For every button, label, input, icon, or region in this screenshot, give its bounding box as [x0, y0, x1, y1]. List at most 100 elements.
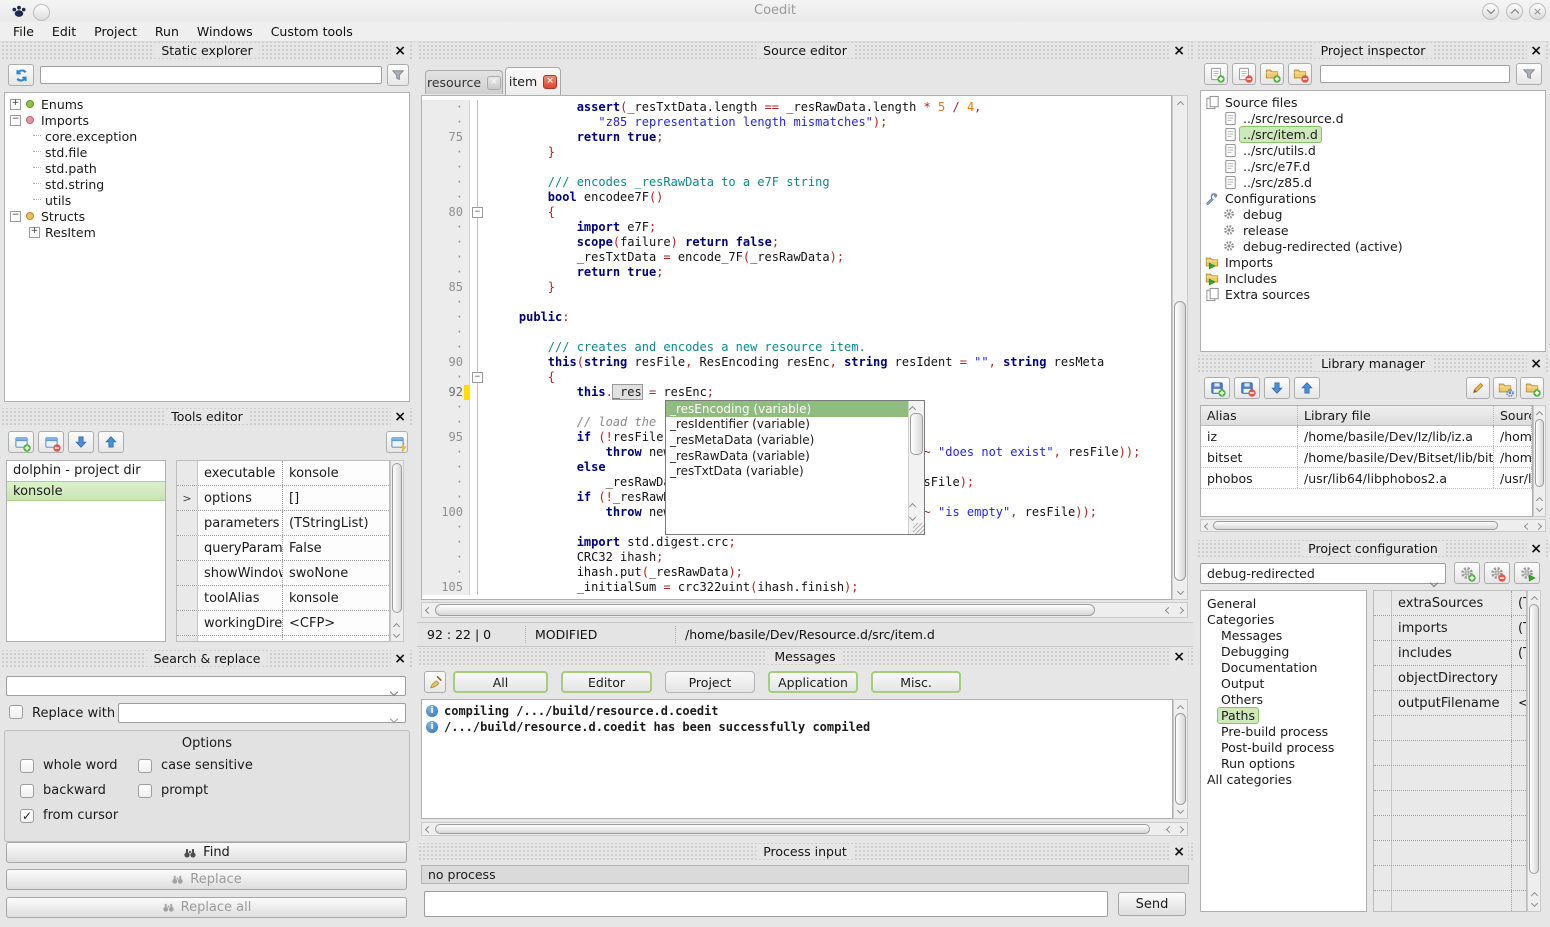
code-line[interactable]: · /// creates and encodes a new resource…	[422, 340, 1171, 355]
config-category-item[interactable]: Debugging	[1201, 643, 1366, 659]
add-library-folder-button[interactable]	[1520, 377, 1544, 399]
property-row[interactable]: outputFilename<CPN>	[1374, 691, 1526, 716]
config-category-item[interactable]: Post-build process	[1201, 739, 1366, 755]
config-category-item[interactable]: All categories	[1201, 771, 1366, 787]
close-panel-icon[interactable]: ×	[1527, 42, 1545, 60]
add-source-button[interactable]	[1204, 63, 1228, 85]
property-value[interactable]: swoNone	[283, 566, 389, 581]
property-value[interactable]: False	[283, 541, 389, 556]
scroll-down-icon[interactable]	[1529, 899, 1540, 910]
app-menu-button[interactable]	[33, 4, 50, 21]
code-line[interactable]: · scope(failure) return false;	[422, 235, 1171, 250]
property-value[interactable]: (TStringList)	[1512, 596, 1526, 611]
code-line[interactable]: · assert(_resTxtData.length == _resRawDa…	[422, 100, 1171, 115]
property-value[interactable]: <CPN>	[1512, 696, 1526, 711]
move-tool-up-button[interactable]	[98, 431, 124, 453]
project-tree-item[interactable]: debug-redirected (active)	[1201, 238, 1545, 254]
scroll-down-icon[interactable]	[1175, 806, 1186, 817]
code-line[interactable]: · _resTxtData = encode_7F(_resRawData);	[422, 250, 1171, 265]
scroll-up-icon[interactable]	[1529, 888, 1540, 899]
messages-hscrollbar[interactable]	[421, 822, 1188, 836]
scroll-up-icon[interactable]	[391, 619, 402, 630]
property-row[interactable]: includes(TStringList)	[1374, 641, 1526, 666]
filter-misc[interactable]: Misc.	[871, 671, 961, 693]
checkbox-backward[interactable]	[20, 784, 34, 798]
project-tree-item[interactable]: Configurations	[1201, 190, 1545, 206]
property-value[interactable]: konsole	[283, 466, 389, 481]
find-button[interactable]: Find	[6, 842, 407, 863]
library-row[interactable]: bitset/home/basile/Dev/Bitset/lib/bitset…	[1201, 447, 1532, 468]
menu-windows[interactable]: Windows	[188, 22, 262, 41]
menu-run[interactable]: Run	[146, 22, 188, 41]
menu-file[interactable]: File	[4, 22, 43, 41]
scroll-left-icon[interactable]	[423, 605, 434, 616]
checkbox-whole-word[interactable]	[20, 759, 34, 773]
search-term-combobox[interactable]	[6, 676, 406, 696]
tab-close-icon[interactable]: ×	[543, 75, 557, 89]
column-header-sources[interactable]: Sources	[1494, 406, 1532, 425]
scroll-down-icon[interactable]	[1534, 504, 1545, 515]
tree-item[interactable]: std.string	[5, 176, 409, 192]
option-whole-word[interactable]: whole word	[20, 758, 118, 773]
scroll-left-icon[interactable]	[1163, 605, 1174, 616]
tree-item[interactable]: +Enums	[5, 96, 409, 112]
filter-all[interactable]: All	[453, 671, 548, 693]
property-value[interactable]: konsole	[283, 591, 389, 606]
messages-vscrollbar[interactable]	[1173, 699, 1188, 819]
close-panel-icon[interactable]: ×	[1527, 355, 1545, 373]
code-line[interactable]: · bool encodee7F()	[422, 190, 1171, 205]
replace-with-checkbox[interactable]	[9, 705, 23, 719]
clear-filter-icon[interactable]	[387, 64, 409, 86]
config-category-item[interactable]: Paths	[1201, 707, 1366, 723]
completion-item[interactable]: _resTxtData (variable)	[666, 463, 908, 479]
library-from-project-button[interactable]	[1493, 377, 1517, 399]
scrollbar-thumb[interactable]	[1174, 301, 1186, 581]
project-tree-item[interactable]: debug	[1201, 206, 1545, 222]
tab-close-icon[interactable]: ×	[487, 76, 501, 90]
project-tree-item[interactable]: Imports	[1201, 254, 1545, 270]
project-tree-item[interactable]: ../src/resource.d	[1201, 110, 1545, 126]
completion-item[interactable]: _resIdentifier (variable)	[666, 417, 908, 433]
completion-item[interactable]: _resRawData (variable)	[666, 448, 908, 464]
tree-item[interactable]: core.exception	[5, 128, 409, 144]
property-value[interactable]: (TStringList)	[283, 516, 389, 531]
scrollbar-thumb[interactable]	[1529, 604, 1539, 874]
code-line[interactable]: ·	[422, 160, 1171, 175]
tree-item[interactable]: −Imports	[5, 112, 409, 128]
property-row[interactable]: extraSources(TStringList)	[1374, 591, 1526, 616]
library-row[interactable]: phobos/usr/lib64/libphobos2.a/usr/lib64	[1201, 468, 1532, 489]
scroll-right-icon[interactable]	[1533, 521, 1544, 532]
scrollbar-thumb[interactable]	[1213, 521, 1498, 530]
project-tree-item[interactable]: ../src/z85.d	[1201, 174, 1545, 190]
add-folder-button[interactable]	[1260, 63, 1284, 85]
config-category-item[interactable]: Run options	[1201, 755, 1366, 771]
scrollbar-thumb[interactable]	[435, 824, 1150, 834]
scroll-up-icon[interactable]	[1534, 493, 1545, 504]
tool-list-item[interactable]: konsole	[7, 481, 165, 501]
column-header-libraryfile[interactable]: Library file	[1298, 406, 1494, 425]
config-category-item[interactable]: Documentation	[1201, 659, 1366, 675]
close-panel-icon[interactable]: ×	[1170, 648, 1188, 666]
close-button[interactable]: ×	[1529, 3, 1546, 20]
config-category-item[interactable]: Categories	[1201, 611, 1366, 627]
code-line[interactable]: 85 }	[422, 280, 1171, 295]
property-row[interactable]: executablekonsole	[177, 461, 389, 486]
library-vscrollbar[interactable]	[1533, 405, 1546, 517]
property-value[interactable]: []	[283, 491, 389, 506]
scroll-left-icon[interactable]	[423, 824, 434, 835]
library-hscrollbar[interactable]	[1200, 519, 1546, 532]
fold-collapse-icon[interactable]	[470, 370, 485, 385]
scroll-down-icon[interactable]	[391, 630, 402, 641]
close-panel-icon[interactable]: ×	[1170, 843, 1188, 861]
close-panel-icon[interactable]: ×	[391, 42, 409, 60]
config-category-item[interactable]: Messages	[1201, 627, 1366, 643]
tool-list-item[interactable]: dolphin - project dir	[7, 461, 165, 481]
checkbox-from-cursor[interactable]: ✓	[20, 809, 34, 823]
code-line[interactable]: · public:	[422, 310, 1171, 325]
replace-all-button[interactable]: Replace all	[6, 897, 407, 918]
symbol-filter-input[interactable]	[40, 66, 382, 84]
clone-configuration-button[interactable]	[1514, 562, 1540, 584]
scroll-down-icon[interactable]	[1175, 587, 1186, 598]
remove-tool-button[interactable]	[38, 431, 64, 453]
code-line[interactable]: · }	[422, 145, 1171, 160]
